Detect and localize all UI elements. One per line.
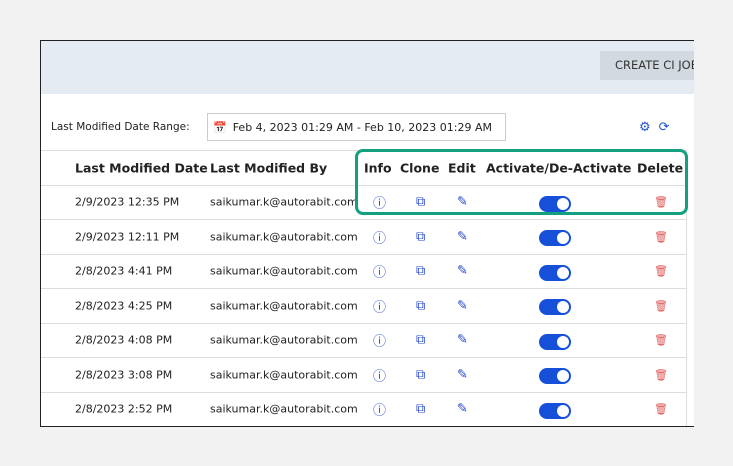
clone-icon[interactable]: ⧉: [416, 264, 425, 279]
activate-toggle[interactable]: [539, 264, 571, 281]
activate-toggle[interactable]: [539, 299, 571, 315]
info-icon[interactable]: ⓘ: [373, 331, 386, 350]
row-date: 2/8/2023 4:08 PM: [75, 333, 173, 347]
header-band: CREATE CI JOB: [41, 41, 694, 94]
edit-icon[interactable]: ✎: [457, 298, 468, 313]
ci-jobs-panel: CREATE CI JOB Last Modified Date Range: …: [40, 40, 694, 427]
delete-icon[interactable]: 🗑: [654, 403, 668, 416]
refresh-icon[interactable]: ⟳: [659, 120, 670, 135]
filter-settings-icon[interactable]: ⚙: [639, 120, 651, 135]
info-icon[interactable]: ⓘ: [373, 262, 386, 281]
table-row: 2/8/2023 4:08 PM saikumar.k@autorabit.co…: [41, 322, 686, 358]
table-row: 2/8/2023 3:08 PM saikumar.k@autorabit.co…: [41, 357, 686, 392]
date-range-label: Last Modified Date Range:: [51, 121, 190, 133]
row-date: 2/9/2023 12:35 PM: [75, 195, 180, 209]
delete-icon[interactable]: 🗑: [654, 368, 668, 381]
row-date: 2/8/2023 2:52 PM: [75, 402, 173, 416]
edit-icon[interactable]: ✎: [457, 264, 468, 279]
date-range-input[interactable]: 📅 Feb 4, 2023 01:29 AM - Feb 10, 2023 01…: [207, 113, 506, 141]
delete-icon[interactable]: 🗑: [654, 299, 668, 312]
row-user: saikumar.k@autorabit.com: [210, 230, 358, 244]
row-user: saikumar.k@autorabit.com: [210, 368, 358, 382]
table-row: 2/8/2023 4:25 PM saikumar.k@autorabit.co…: [41, 288, 686, 323]
date-range-value: Feb 4, 2023 01:29 AM - Feb 10, 2023 01:2…: [232, 120, 492, 134]
calendar-icon: 📅: [213, 120, 227, 134]
row-user: saikumar.k@autorabit.com: [210, 402, 358, 416]
edit-icon[interactable]: ✎: [457, 229, 468, 244]
table-row: 2/9/2023 12:11 PM saikumar.k@autorabit.c…: [41, 219, 686, 254]
row-date: 2/8/2023 4:25 PM: [75, 299, 173, 313]
row-date: 2/8/2023 4:41 PM: [75, 264, 173, 278]
create-ci-job-button[interactable]: CREATE CI JOB: [600, 51, 694, 80]
table-row: 2/8/2023 4:41 PM saikumar.k@autorabit.co…: [41, 253, 686, 289]
activate-toggle[interactable]: [539, 402, 571, 419]
activate-toggle[interactable]: [539, 333, 571, 350]
clone-icon[interactable]: ⧉: [416, 229, 425, 244]
info-icon[interactable]: ⓘ: [373, 400, 386, 419]
activate-toggle[interactable]: [539, 368, 571, 384]
col-last-modified-by: Last Modified By: [210, 160, 328, 176]
info-icon[interactable]: ⓘ: [373, 227, 386, 246]
row-date: 2/9/2023 12:11 PM: [75, 230, 180, 244]
row-date: 2/8/2023 3:08 PM: [75, 368, 173, 382]
row-user: saikumar.k@autorabit.com: [210, 264, 358, 278]
highlight-box: [355, 149, 688, 215]
clone-icon[interactable]: ⧉: [416, 298, 425, 313]
row-user: saikumar.k@autorabit.com: [210, 299, 358, 313]
clone-icon[interactable]: ⧉: [416, 367, 425, 382]
edit-icon[interactable]: ✎: [457, 367, 468, 382]
col-last-modified-date: Last Modified Date: [75, 160, 208, 176]
delete-icon[interactable]: 🗑: [654, 265, 668, 278]
info-icon[interactable]: ⓘ: [373, 296, 386, 315]
table-row: 2/8/2023 2:52 PM saikumar.k@autorabit.co…: [41, 391, 686, 427]
delete-icon[interactable]: 🗑: [654, 230, 668, 243]
info-icon[interactable]: ⓘ: [373, 365, 386, 384]
row-user: saikumar.k@autorabit.com: [210, 333, 358, 347]
clone-icon[interactable]: ⧉: [416, 333, 425, 348]
clone-icon[interactable]: ⧉: [416, 402, 425, 417]
activate-toggle[interactable]: [539, 230, 571, 246]
edit-icon[interactable]: ✎: [457, 402, 468, 417]
edit-icon[interactable]: ✎: [457, 333, 468, 348]
row-user: saikumar.k@autorabit.com: [210, 195, 358, 209]
delete-icon[interactable]: 🗑: [654, 334, 668, 347]
